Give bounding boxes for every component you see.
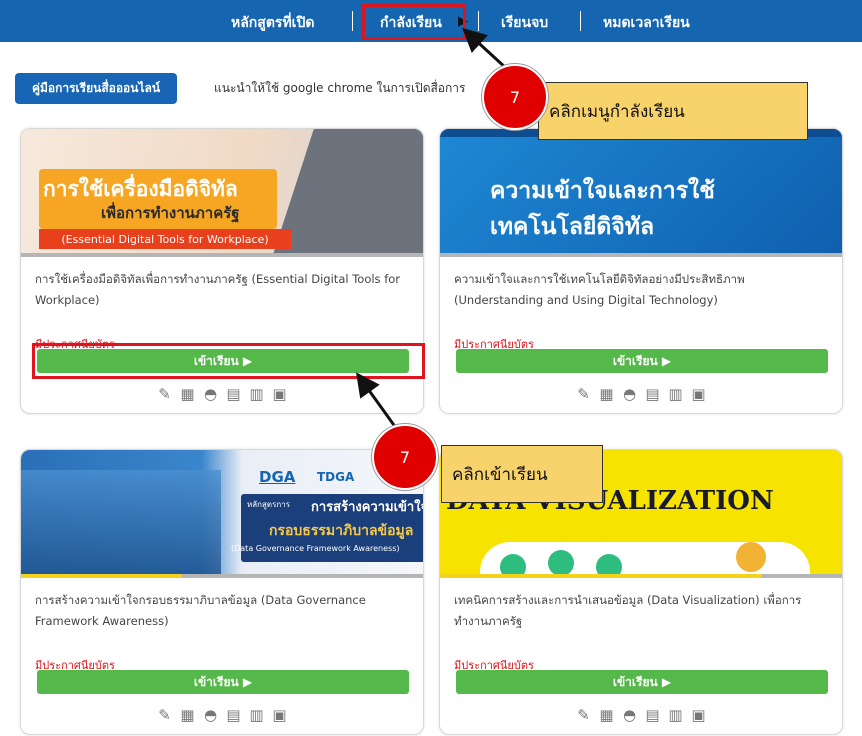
globe-icon[interactable]: ◓ [620,705,639,724]
tdga-logo: TDGA [317,470,355,484]
banner-label: หลักสูตรการ [247,500,291,509]
course-thumbnail[interactable]: DGA TDGA หลักสูตรการ การสร้างความเข้าใจ … [21,450,423,578]
card-icons: ✎ ▦ ◓ ▤ ▥ ▣ [440,705,842,724]
chat-icon[interactable]: ▣ [689,705,708,724]
course-thumbnail[interactable]: การใช้เครื่องมือดิจิทัล เพื่อการทำงานภาค… [21,129,423,257]
enter-class-button[interactable]: เข้าเรียน ▶ [37,670,409,694]
calendar-icon[interactable]: ▦ [597,384,616,403]
manual-button[interactable]: คู่มือการเรียนสื่อออนไลน์ [15,73,177,104]
laptop-image [272,129,423,257]
globe-icon[interactable]: ◓ [201,705,220,724]
card-icons: ✎ ▦ ◓ ▤ ▥ ▣ [21,384,423,403]
nav-open-courses[interactable]: หลักสูตรที่เปิด [231,12,314,34]
document-icon[interactable]: ▥ [247,705,266,724]
edit-icon[interactable]: ✎ [155,705,174,724]
banner-subtitle: กรอบธรรมาภิบาลข้อมูล [269,523,414,539]
step-badge: 7 [482,64,548,130]
course-title[interactable]: เทคนิคการสร้างและการนำเสนอข้อมูล (Data V… [454,590,834,632]
course-card: ความเข้าใจและการใช้ เทคโนโลยีดิจิทัล ควา… [439,128,843,414]
banner-subtitle: เทคโนโลยีดิจิทัล [490,214,655,240]
globe-icon[interactable]: ◓ [201,384,220,403]
book-icon[interactable]: ▤ [643,384,662,403]
banner-subtitle: เพื่อการทำงานภาครัฐ [101,204,240,222]
people-image [21,470,221,578]
nav-studying-highlight [362,4,466,40]
banner-english: (Essential Digital Tools for Workplace) [39,229,291,249]
document-icon[interactable]: ▥ [666,384,685,403]
callout-enter-class: คลิกเข้าเรียน [441,445,603,503]
edit-icon[interactable]: ✎ [574,384,593,403]
calendar-icon[interactable]: ▦ [178,384,197,403]
chat-icon[interactable]: ▣ [270,705,289,724]
chat-icon[interactable]: ▣ [270,384,289,403]
nav-expired[interactable]: หมดเวลาเรียน [603,12,690,34]
globe-icon[interactable]: ◓ [620,384,639,403]
dga-logo: DGA [259,468,296,486]
course-title[interactable]: การใช้เครื่องมือดิจิทัลเพื่อการทำงานภาคร… [35,269,415,311]
book-icon[interactable]: ▤ [224,384,243,403]
course-thumbnail[interactable]: ความเข้าใจและการใช้ เทคโนโลยีดิจิทัล [440,129,842,257]
enter-class-button[interactable]: เข้าเรียน ▶ [456,670,828,694]
chat-icon[interactable]: ▣ [689,384,708,403]
calendar-icon[interactable]: ▦ [178,705,197,724]
banner-title: การสร้างความเข้าใจ [311,500,423,515]
nav-separator [352,11,353,31]
card-icons: ✎ ▦ ◓ ▤ ▥ ▣ [21,705,423,724]
nav-completed[interactable]: เรียนจบ [501,12,548,34]
nav-separator [580,11,581,31]
banner-title: ความเข้าใจและการใช้ [490,178,715,204]
browser-note: แนะนำให้ใช้ google chrome ในการเปิดสื่อก… [214,81,466,95]
edit-icon[interactable]: ✎ [574,705,593,724]
enter-class-button[interactable]: เข้าเรียน ▶ [456,349,828,373]
nav-separator [478,11,479,31]
banner-english: (Data Governance Framework Awareness) [231,544,400,553]
enter-button-highlight [32,343,425,379]
step-badge: 7 [372,424,438,490]
course-title[interactable]: ความเข้าใจและการใช้เทคโนโลยีดิจิทัลอย่าง… [454,269,834,311]
course-title[interactable]: การสร้างความเข้าใจกรอบธรรมาภิบาลข้อมูล (… [35,590,415,632]
card-icons: ✎ ▦ ◓ ▤ ▥ ▣ [440,384,842,403]
book-icon[interactable]: ▤ [224,705,243,724]
course-card: DGA TDGA หลักสูตรการ การสร้างความเข้าใจ … [20,449,424,735]
edit-icon[interactable]: ✎ [155,384,174,403]
book-icon[interactable]: ▤ [643,705,662,724]
calendar-icon[interactable]: ▦ [597,705,616,724]
document-icon[interactable]: ▥ [666,705,685,724]
callout-nav-studying: คลิกเมนูกำลังเรียน [538,82,808,140]
document-icon[interactable]: ▥ [247,384,266,403]
